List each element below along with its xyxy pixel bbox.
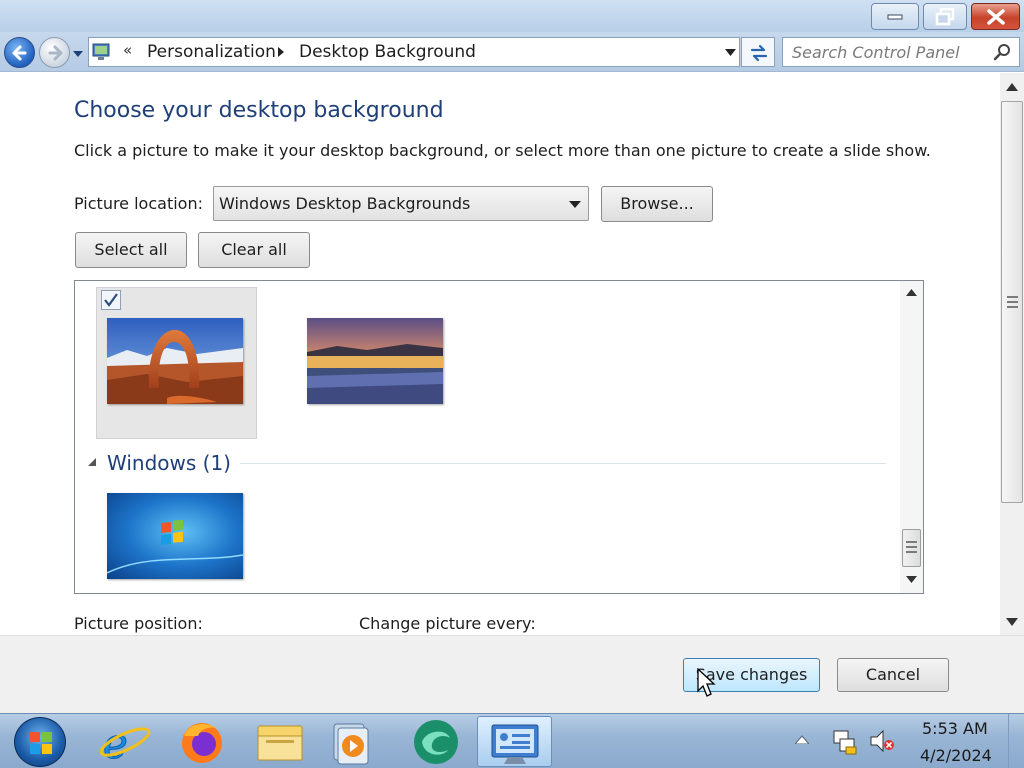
desktop-background-panel: Choose your desktop background Click a p… <box>0 73 1000 635</box>
windows-logo-icon <box>30 732 52 754</box>
group-header-windows[interactable]: Windows (1) <box>107 451 231 475</box>
cancel-button[interactable]: Cancel <box>837 658 949 692</box>
scroll-down-icon[interactable] <box>1006 618 1018 626</box>
clear-all-button[interactable]: Clear all <box>198 232 310 268</box>
arch-thumbnail-image <box>107 318 243 404</box>
browse-button[interactable]: Browse... <box>601 186 713 222</box>
taskbar-media-player[interactable] <box>320 716 384 767</box>
breadcrumb-personalization[interactable]: Personalization <box>147 42 276 62</box>
picture-position-label: Picture position: <box>74 614 203 633</box>
control-panel-icon <box>491 724 539 764</box>
start-button[interactable] <box>14 717 66 767</box>
taskbar-control-panel-active[interactable] <box>477 716 552 767</box>
page-scrollbar[interactable] <box>1000 73 1024 635</box>
minimize-button[interactable] <box>871 3 919 30</box>
back-button[interactable] <box>4 37 35 68</box>
forward-arrow-icon <box>48 45 63 61</box>
restore-button[interactable] <box>923 3 967 30</box>
scroll-up-icon[interactable] <box>1006 83 1018 91</box>
refresh-button[interactable] <box>741 37 775 67</box>
search-icon[interactable] <box>993 43 1011 61</box>
taskbar: e 5:53 AM 4/2/2024 <box>0 713 1024 768</box>
change-picture-label: Change picture every: <box>359 614 536 633</box>
recent-pages-dropdown-icon[interactable] <box>72 49 84 59</box>
taskbar-internet-explorer[interactable]: e <box>93 716 157 768</box>
taskbar-file-explorer[interactable] <box>248 716 312 767</box>
restore-icon <box>935 7 955 25</box>
page-scroll-thumb[interactable] <box>1001 101 1023 503</box>
show-hidden-icons-icon[interactable] <box>795 735 809 744</box>
lake-thumbnail-image <box>307 318 443 404</box>
page-title: Choose your desktop background <box>74 98 444 123</box>
show-desktop-button[interactable] <box>1008 714 1024 768</box>
app-icon <box>414 720 458 764</box>
checkmark-icon <box>104 293 118 307</box>
taskbar-app[interactable] <box>404 716 468 767</box>
control-panel-icon <box>92 43 110 60</box>
picture-list[interactable]: Windows (1) <box>74 280 924 594</box>
network-icon[interactable] <box>832 727 858 755</box>
close-button[interactable] <box>971 3 1020 30</box>
breadcrumb-desktop-background[interactable]: Desktop Background <box>299 42 476 62</box>
collapse-group-icon[interactable] <box>86 457 98 467</box>
instructions-text: Click a picture to make it your desktop … <box>74 141 931 160</box>
picture-location-select[interactable]: Windows Desktop Backgrounds <box>213 186 589 221</box>
picture-checkbox[interactable] <box>101 290 121 310</box>
chevron-down-icon <box>569 201 581 208</box>
breadcrumb-overflow-chevron[interactable]: « <box>123 41 132 59</box>
mouse-cursor-icon <box>697 668 716 697</box>
clock-time[interactable]: 5:53 AM <box>922 719 988 738</box>
button-bar: Save changes Cancel <box>0 635 1024 713</box>
internet-explorer-icon: e <box>99 719 151 768</box>
select-all-button[interactable]: Select all <box>75 232 187 268</box>
group-divider <box>240 463 886 464</box>
close-icon <box>986 8 1005 25</box>
address-bar[interactable]: « Personalization Desktop Background <box>88 37 740 67</box>
picture-location-label: Picture location: <box>74 194 203 213</box>
file-explorer-icon <box>257 725 303 761</box>
picture-list-scrollbar[interactable] <box>900 281 923 593</box>
picture-windows-default[interactable] <box>107 493 243 579</box>
firefox-icon <box>182 723 222 763</box>
picture-delicate-arch[interactable] <box>107 318 243 404</box>
address-dropdown-icon[interactable] <box>725 49 736 56</box>
clock-date[interactable]: 4/2/2024 <box>920 746 992 765</box>
refresh-icon <box>750 44 768 62</box>
forward-button[interactable] <box>39 37 70 68</box>
windows-thumbnail-image <box>107 493 243 579</box>
volume-muted-icon[interactable] <box>869 729 895 753</box>
window-titlebar[interactable] <box>0 0 1024 32</box>
search-input[interactable]: Search Control Panel <box>782 37 1020 67</box>
minimize-icon <box>887 14 903 19</box>
picture-wildflower-lake[interactable] <box>307 318 443 404</box>
picture-list-scroll-thumb[interactable] <box>902 529 921 567</box>
search-placeholder: Search Control Panel <box>792 43 960 62</box>
picture-location-value: Windows Desktop Backgrounds <box>219 194 471 213</box>
taskbar-firefox[interactable] <box>170 716 234 767</box>
breadcrumb-separator-icon[interactable] <box>277 47 285 57</box>
media-player-icon <box>333 723 369 765</box>
scroll-down-icon[interactable] <box>906 576 917 583</box>
back-arrow-icon <box>12 45 27 61</box>
scroll-up-icon[interactable] <box>906 289 917 296</box>
